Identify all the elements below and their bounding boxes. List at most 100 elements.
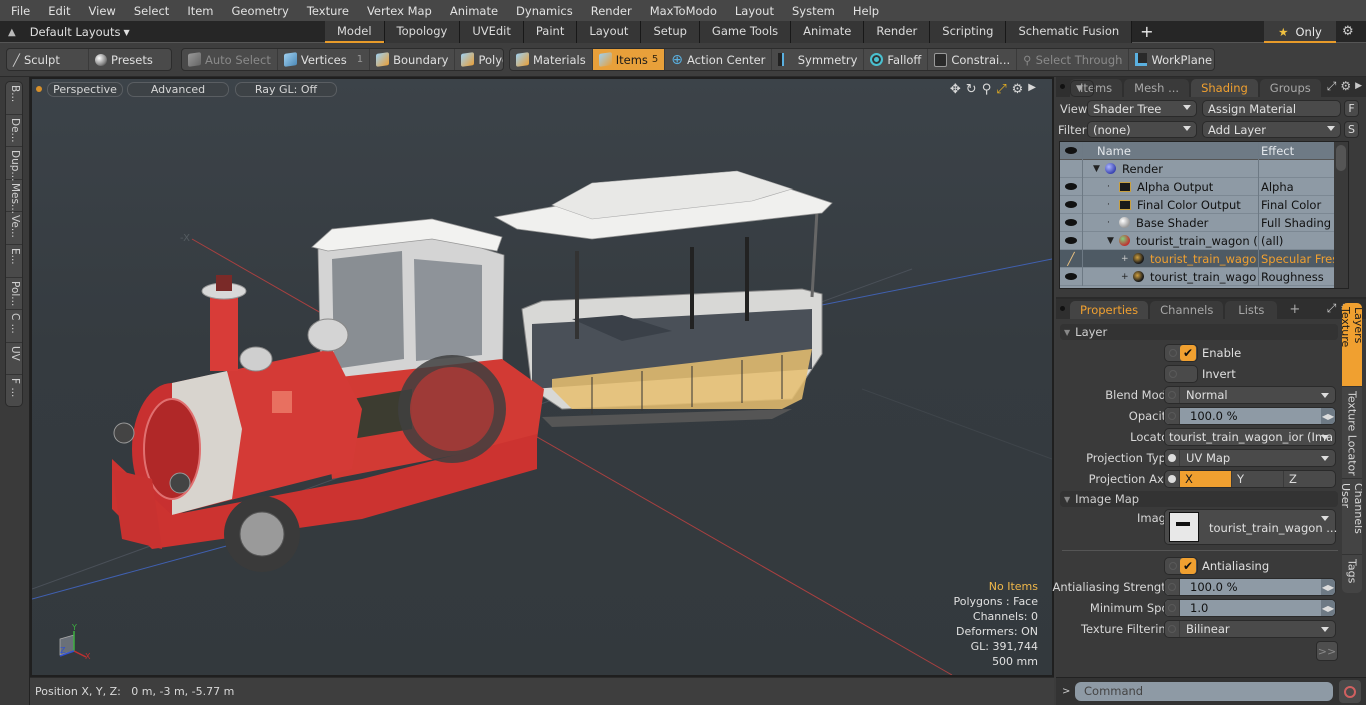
tree-connector[interactable]: · [1107,182,1119,192]
visibility-toggle[interactable] [1060,159,1083,178]
tab-render[interactable]: Render [864,21,931,43]
expand-panel-icon[interactable]: ⤢ [1327,301,1337,316]
min-spot-field[interactable]: 1.0 ◀▶ [1164,599,1336,617]
tab-paint[interactable]: Paint [523,21,578,43]
menu-animate[interactable]: Animate [439,4,505,18]
expand-plus-icon[interactable]: + [1121,272,1133,282]
tab-scripting[interactable]: Scripting [930,21,1007,43]
tab-shading[interactable]: Shading [1191,79,1258,97]
menu-vertex-map[interactable]: Vertex Map [356,4,439,18]
spin-arrows-icon[interactable]: ◀▶ [1321,600,1335,616]
3d-viewport[interactable]: -X Perspective Advanced Ray GL: Off ✥ ↻ … [30,77,1054,677]
image-map-section-header[interactable]: ▼ Image Map [1060,491,1338,507]
aa-strength-field[interactable]: 100.0 % ◀▶ [1164,578,1336,596]
spin-arrows-icon[interactable]: ◀▶ [1321,579,1335,595]
s-button[interactable]: S [1344,121,1359,138]
menu-render[interactable]: Render [580,4,639,18]
expand-triangle-icon[interactable]: ▼ [1107,236,1119,246]
raygl-toggle[interactable]: Ray GL: Off [235,82,337,97]
left-tool-tab[interactable]: B... [6,82,22,115]
visibility-toggle[interactable] [1060,267,1083,286]
view-dropdown[interactable]: Shader Tree [1087,100,1197,117]
side-tab-user-channels[interactable]: User Channels [1342,479,1362,555]
shader-tree-scrollbar[interactable] [1334,142,1348,288]
tab-channels[interactable]: Channels [1150,301,1224,319]
viewport-gear-icon[interactable]: ⚙ [1012,82,1024,97]
zoom-icon[interactable]: ⚲ [982,82,992,97]
default-layouts-dropdown[interactable]: ▲ Default Layouts ▼ [8,24,130,40]
add-layout-tab-button[interactable]: + [1132,21,1161,43]
panel-menu-dot[interactable] [1060,306,1065,311]
f-button[interactable]: F [1344,100,1359,117]
shader-tree-row[interactable]: ╱ + tourist_train_wago ... Specular Fresn..… [1060,249,1348,268]
auto-select-button[interactable]: Auto Select [182,49,278,70]
tab-game-tools[interactable]: Game Tools [699,21,792,43]
add-layer-dropdown[interactable]: Add Layer [1202,121,1341,138]
menu-system[interactable]: System [781,4,842,18]
menu-file[interactable]: File [0,4,37,18]
materials-button[interactable]: Materials [510,49,593,70]
symmetry-button[interactable]: Symmetry [772,49,865,70]
menu-maxtomodo[interactable]: MaxToModo [639,4,724,18]
shader-tree-row[interactable]: · Final Color Output Final Color [1060,195,1348,214]
left-tool-tab[interactable]: C ... [6,310,22,343]
tab-topology[interactable]: Topology [384,21,461,43]
shader-tree-row[interactable]: · Base Shader Full Shading [1060,213,1348,232]
action-center-button[interactable]: ⊕ Action Center [665,49,773,70]
menu-select[interactable]: Select [123,4,176,18]
tab-layout[interactable]: Layout [577,21,642,43]
presets-button[interactable]: Presets [89,49,159,70]
invert-checkbox[interactable] [1164,365,1198,383]
menu-help[interactable]: Help [842,4,886,18]
tab-properties[interactable]: Properties [1070,301,1149,319]
tab-animate[interactable]: Animate [791,21,865,43]
tab-model[interactable]: Model [325,21,385,43]
constraints-button[interactable]: Constrai... [928,49,1018,70]
texture-filtering-dropdown[interactable]: Bilinear [1164,620,1336,638]
name-column-header[interactable]: Name [1083,141,1259,160]
items-button[interactable]: Items 5 [592,49,666,70]
side-tab-tags[interactable]: Tags [1342,555,1362,593]
left-tool-tab[interactable]: Dup... [6,147,22,182]
left-tool-tab[interactable]: Pol... [6,278,22,311]
spin-arrows-icon[interactable]: ◀▶ [1321,408,1335,424]
axis-z-button[interactable]: Z [1284,471,1335,487]
menu-dynamics[interactable]: Dynamics [505,4,580,18]
tab-mesh[interactable]: Mesh ... [1124,79,1190,97]
left-tool-tab[interactable]: UV [6,343,22,376]
menu-texture[interactable]: Texture [296,4,356,18]
tab-uvedit[interactable]: UVEdit [460,21,524,43]
shader-tree-row[interactable]: · Alpha Output Alpha [1060,177,1348,196]
projection-type-dropdown[interactable]: UV Map [1164,449,1336,467]
viewport-options-dot[interactable] [36,86,42,92]
left-tool-tab[interactable]: E... [6,245,22,278]
shader-tree-row[interactable]: ▼ tourist_train_wagon (... (all) [1060,231,1348,250]
axis-x-button[interactable]: X [1180,471,1232,487]
assign-material-button[interactable]: Assign Material [1202,100,1341,117]
side-tab-texture-layers[interactable]: Texture Layers [1342,303,1362,387]
layer-section-header[interactable]: ▼ Layer [1060,324,1338,340]
shading-mode-dropdown[interactable]: Advanced [127,82,229,97]
visibility-toggle[interactable] [1060,213,1083,232]
tab-lists[interactable]: Lists [1225,301,1278,319]
shader-tree-row[interactable]: + tourist_train_wago ... Roughness [1060,267,1348,286]
panel-gear-icon[interactable]: ⚙ [1340,79,1351,94]
filter-dropdown[interactable]: (none) [1087,121,1197,138]
select-through-button[interactable]: ⚲ Select Through [1017,49,1130,70]
enable-checkbox[interactable]: ✔ [1164,344,1198,362]
menu-item[interactable]: Item [176,4,220,18]
workplane-button[interactable]: WorkPlane [1129,49,1214,70]
sculpt-button[interactable]: ╱ Sculpt [7,49,89,70]
left-tool-tab[interactable]: Ve... [6,212,22,245]
scroll-thumb[interactable] [1336,145,1346,171]
opacity-field[interactable]: 100.0 % ◀▶ [1164,407,1336,425]
tree-connector[interactable]: · [1107,218,1119,228]
brush-icon[interactable]: ╱ [1060,249,1083,268]
tree-connector[interactable]: · [1107,200,1119,210]
menu-geometry[interactable]: Geometry [221,4,296,18]
vertices-button[interactable]: Vertices 1 [278,49,371,70]
panel-menu-dot[interactable] [1060,84,1065,89]
menu-edit[interactable]: Edit [37,4,77,18]
shader-tree-row[interactable]: ▼ Render [1060,159,1348,178]
expand-panel-icon[interactable]: ⤢ [1327,79,1337,94]
